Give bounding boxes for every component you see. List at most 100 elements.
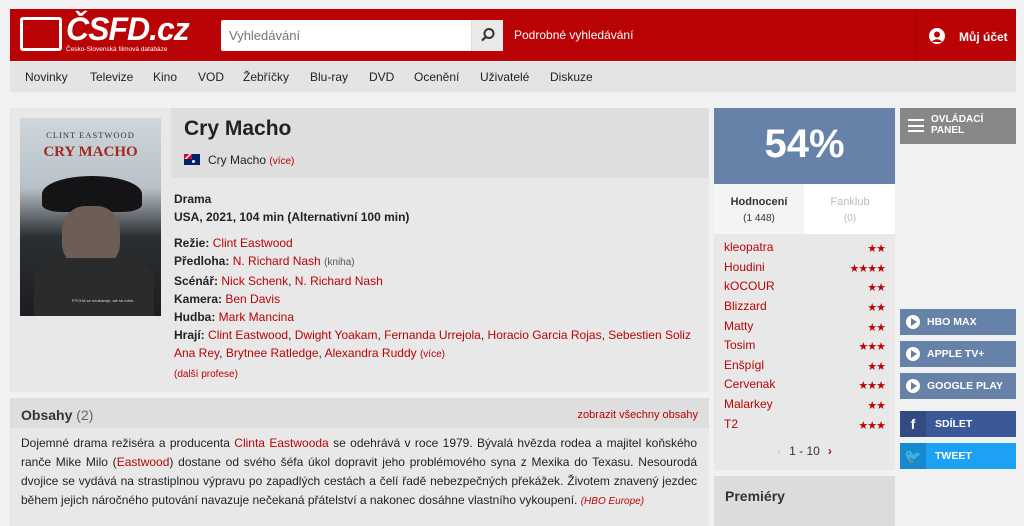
film-title: Cry Macho xyxy=(184,117,292,140)
user-link[interactable]: kleopatra xyxy=(724,240,773,254)
premieres-title: Premiéry xyxy=(725,488,785,504)
cast-link[interactable]: Clint Eastwood xyxy=(208,328,288,342)
cast-link[interactable]: Horacio Garcia Rojas xyxy=(488,328,602,342)
film-genre: Drama xyxy=(174,192,212,206)
share-label: SDÍLET xyxy=(935,418,973,430)
nav-item-novinky[interactable]: Novinky xyxy=(25,70,68,84)
screenplay-link-2[interactable]: N. Richard Nash xyxy=(295,274,383,288)
cast-link[interactable]: Sebestien Soliz xyxy=(608,328,691,342)
vod-hbo-max-button[interactable]: HBO MAX xyxy=(900,309,1016,335)
poster-title: CRY MACHO xyxy=(43,144,138,160)
play-icon xyxy=(906,315,920,329)
plot-person-link[interactable]: Clinta Eastwooda xyxy=(234,436,328,450)
credit-label: Scénář: xyxy=(174,274,219,288)
vod-label: APPLE TV+ xyxy=(927,348,985,360)
search-input[interactable] xyxy=(221,20,471,51)
screenplay-link-1[interactable]: Nick Schenk xyxy=(221,274,288,288)
pager-range: 1 - 10 xyxy=(789,444,820,458)
plot-header: Obsahy (2) zobrazit všechny obsahy xyxy=(10,398,709,428)
tab-count: (0) xyxy=(843,213,857,224)
nav-item-zebricky[interactable]: Žebříčky xyxy=(243,70,289,84)
original-title: Cry Macho (více) xyxy=(184,153,294,167)
nav-item-oceneni[interactable]: Ocenění xyxy=(414,70,459,84)
cast-link[interactable]: Fernanda Urrejola xyxy=(384,328,481,342)
nav-item-kino[interactable]: Kino xyxy=(153,70,177,84)
cast-link[interactable]: Ana Rey xyxy=(174,346,219,360)
premieres-panel[interactable]: Premiéry xyxy=(714,476,895,526)
rating-percent: 54% xyxy=(764,122,845,166)
rating-panel: 54% Hodnocení (1 448) Fanklub (0) kleopatr… xyxy=(714,108,895,470)
nav-item-dvd[interactable]: DVD xyxy=(369,70,394,84)
next-page-icon[interactable]: › xyxy=(828,444,832,458)
plot-person-link[interactable]: Eastwood xyxy=(117,455,170,469)
user-link[interactable]: kOCOUR xyxy=(724,279,775,293)
film-origin: USA, 2021, 104 min (Alternativní 100 min… xyxy=(174,210,410,224)
twitter-tweet-button[interactable]: 🐦 TWEET xyxy=(900,443,1016,469)
source-link[interactable]: N. Richard Nash xyxy=(233,254,321,268)
user-rating-row: Tosim ★★★ xyxy=(724,338,886,357)
film-credits: Režie: Clint Eastwood Předloha: N. Richa… xyxy=(174,234,699,384)
star-rating: ★★★ xyxy=(858,420,886,432)
rating-average: 54% xyxy=(714,108,895,184)
user-link[interactable]: T2 xyxy=(724,417,738,431)
music-link[interactable]: Mark Mancina xyxy=(219,310,294,324)
plot-count: (2) xyxy=(76,407,94,423)
logo-subtitle: Česko-Slovenská filmová databáze xyxy=(66,46,168,53)
user-link[interactable]: Blizzard xyxy=(724,299,767,313)
advanced-search-link[interactable]: Podrobné vyhledávání xyxy=(514,28,633,42)
facebook-share-button[interactable]: f SDÍLET xyxy=(900,411,1016,437)
user-icon xyxy=(929,28,945,44)
user-link[interactable]: Malarkey xyxy=(724,397,773,411)
cast-link[interactable]: Alexandra Ruddy xyxy=(325,346,417,360)
credit-source: Předloha: N. Richard Nash (kniha) xyxy=(174,252,699,272)
tweet-label: TWEET xyxy=(935,450,972,462)
director-link[interactable]: Clint Eastwood xyxy=(213,236,293,250)
titles-more-link[interactable]: (více) xyxy=(269,156,294,167)
search-box xyxy=(221,20,503,51)
nav-item-diskuze[interactable]: Diskuze xyxy=(550,70,593,84)
search-button[interactable] xyxy=(471,20,503,51)
camera-link[interactable]: Ben Davis xyxy=(225,292,280,306)
account-label: Můj účet xyxy=(959,30,1008,44)
credit-director: Režie: Clint Eastwood xyxy=(174,234,699,252)
site-logo[interactable]: ČSFD.cz Česko-Slovenská filmová databáze xyxy=(20,11,190,57)
credit-camera: Kamera: Ben Davis xyxy=(174,290,699,308)
user-link[interactable]: Enšpígl xyxy=(724,358,764,372)
nav-item-televize[interactable]: Televize xyxy=(90,70,133,84)
credit-label: Kamera: xyxy=(174,292,223,306)
tab-ratings[interactable]: Hodnocení (1 448) xyxy=(714,184,804,234)
credit-label: Hudba: xyxy=(174,310,216,324)
menu-icon xyxy=(908,119,924,132)
cast-link[interactable]: Dwight Yoakam xyxy=(295,328,378,342)
nav-item-uzivatele[interactable]: Uživatelé xyxy=(480,70,529,84)
cast-link[interactable]: Brytnee Ratledge xyxy=(226,346,319,360)
plot-title: Obsahy (2) xyxy=(21,407,93,423)
user-link[interactable]: Matty xyxy=(724,319,753,333)
account-button[interactable]: Můj účet xyxy=(916,9,1016,61)
star-rating: ★★★ xyxy=(858,380,886,392)
plot-text-part: Dojemné drama režiséra a producenta xyxy=(21,436,235,450)
rating-tabs: Hodnocení (1 448) Fanklub (0) xyxy=(714,184,895,234)
control-panel-button[interactable]: OVLÁDACÍ PANEL xyxy=(900,108,1016,144)
show-all-plots-link[interactable]: zobrazit všechny obsahy xyxy=(578,409,698,421)
user-rating-row: Enšpígl ★★ xyxy=(724,358,886,377)
vod-google-play-button[interactable]: GOOGLE PLAY xyxy=(900,373,1016,399)
cast-more-link[interactable]: (více) xyxy=(420,349,445,360)
vod-apple-tv-button[interactable]: APPLE TV+ xyxy=(900,341,1016,367)
user-link[interactable]: Houdini xyxy=(724,260,765,274)
user-link[interactable]: Cervenak xyxy=(724,377,775,391)
vod-label: GOOGLE PLAY xyxy=(927,380,1004,392)
film-poster[interactable]: CLINT EASTWOOD CRY MACHO PÝCHA se neukaz… xyxy=(20,118,161,316)
user-rating-row: Cervenak ★★★ xyxy=(724,377,886,396)
prev-page-icon[interactable]: ‹ xyxy=(777,444,781,458)
star-rating: ★★ xyxy=(867,302,886,314)
user-rating-row: kOCOUR ★★ xyxy=(724,279,886,298)
nav-item-vod[interactable]: VOD xyxy=(198,70,224,84)
search-icon xyxy=(481,28,495,42)
other-professions-link[interactable]: (další profese) xyxy=(174,369,238,380)
nav-item-bluray[interactable]: Blu-ray xyxy=(310,70,348,84)
credit-label: Předloha: xyxy=(174,254,230,268)
plot-source: (HBO Europe) xyxy=(580,496,645,507)
tab-fanclub[interactable]: Fanklub (0) xyxy=(805,184,895,234)
user-link[interactable]: Tosim xyxy=(724,338,755,352)
